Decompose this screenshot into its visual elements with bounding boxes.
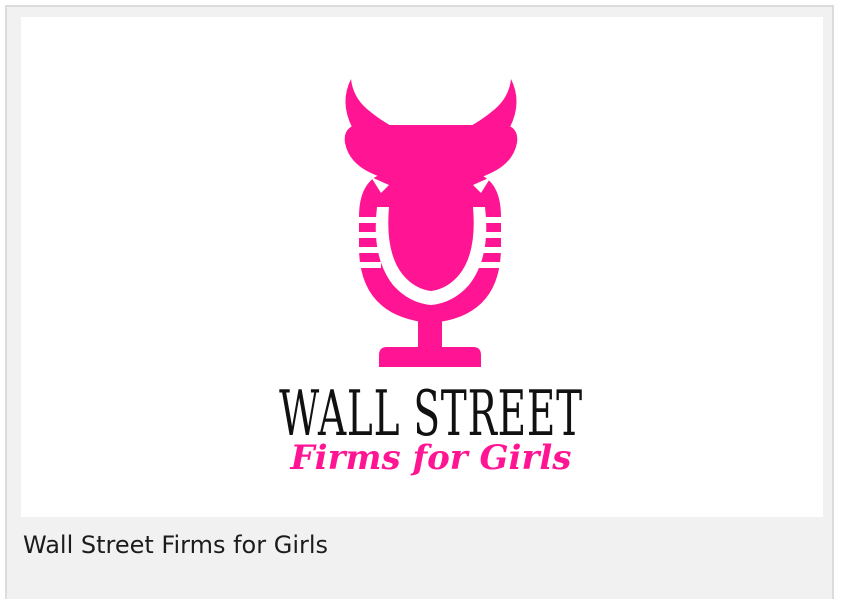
image-caption: Wall Street Firms for Girls: [23, 531, 329, 559]
logo-image: WALL STREET Firms for Girls: [21, 17, 823, 517]
image-card[interactable]: WALL STREET Firms for Girls Wall Street …: [5, 5, 834, 599]
bull-head-microphone-icon: [344, 79, 518, 367]
logo-graphic: WALL STREET Firms for Girls: [279, 79, 582, 478]
logo-line2: Firms for Girls: [290, 438, 572, 478]
